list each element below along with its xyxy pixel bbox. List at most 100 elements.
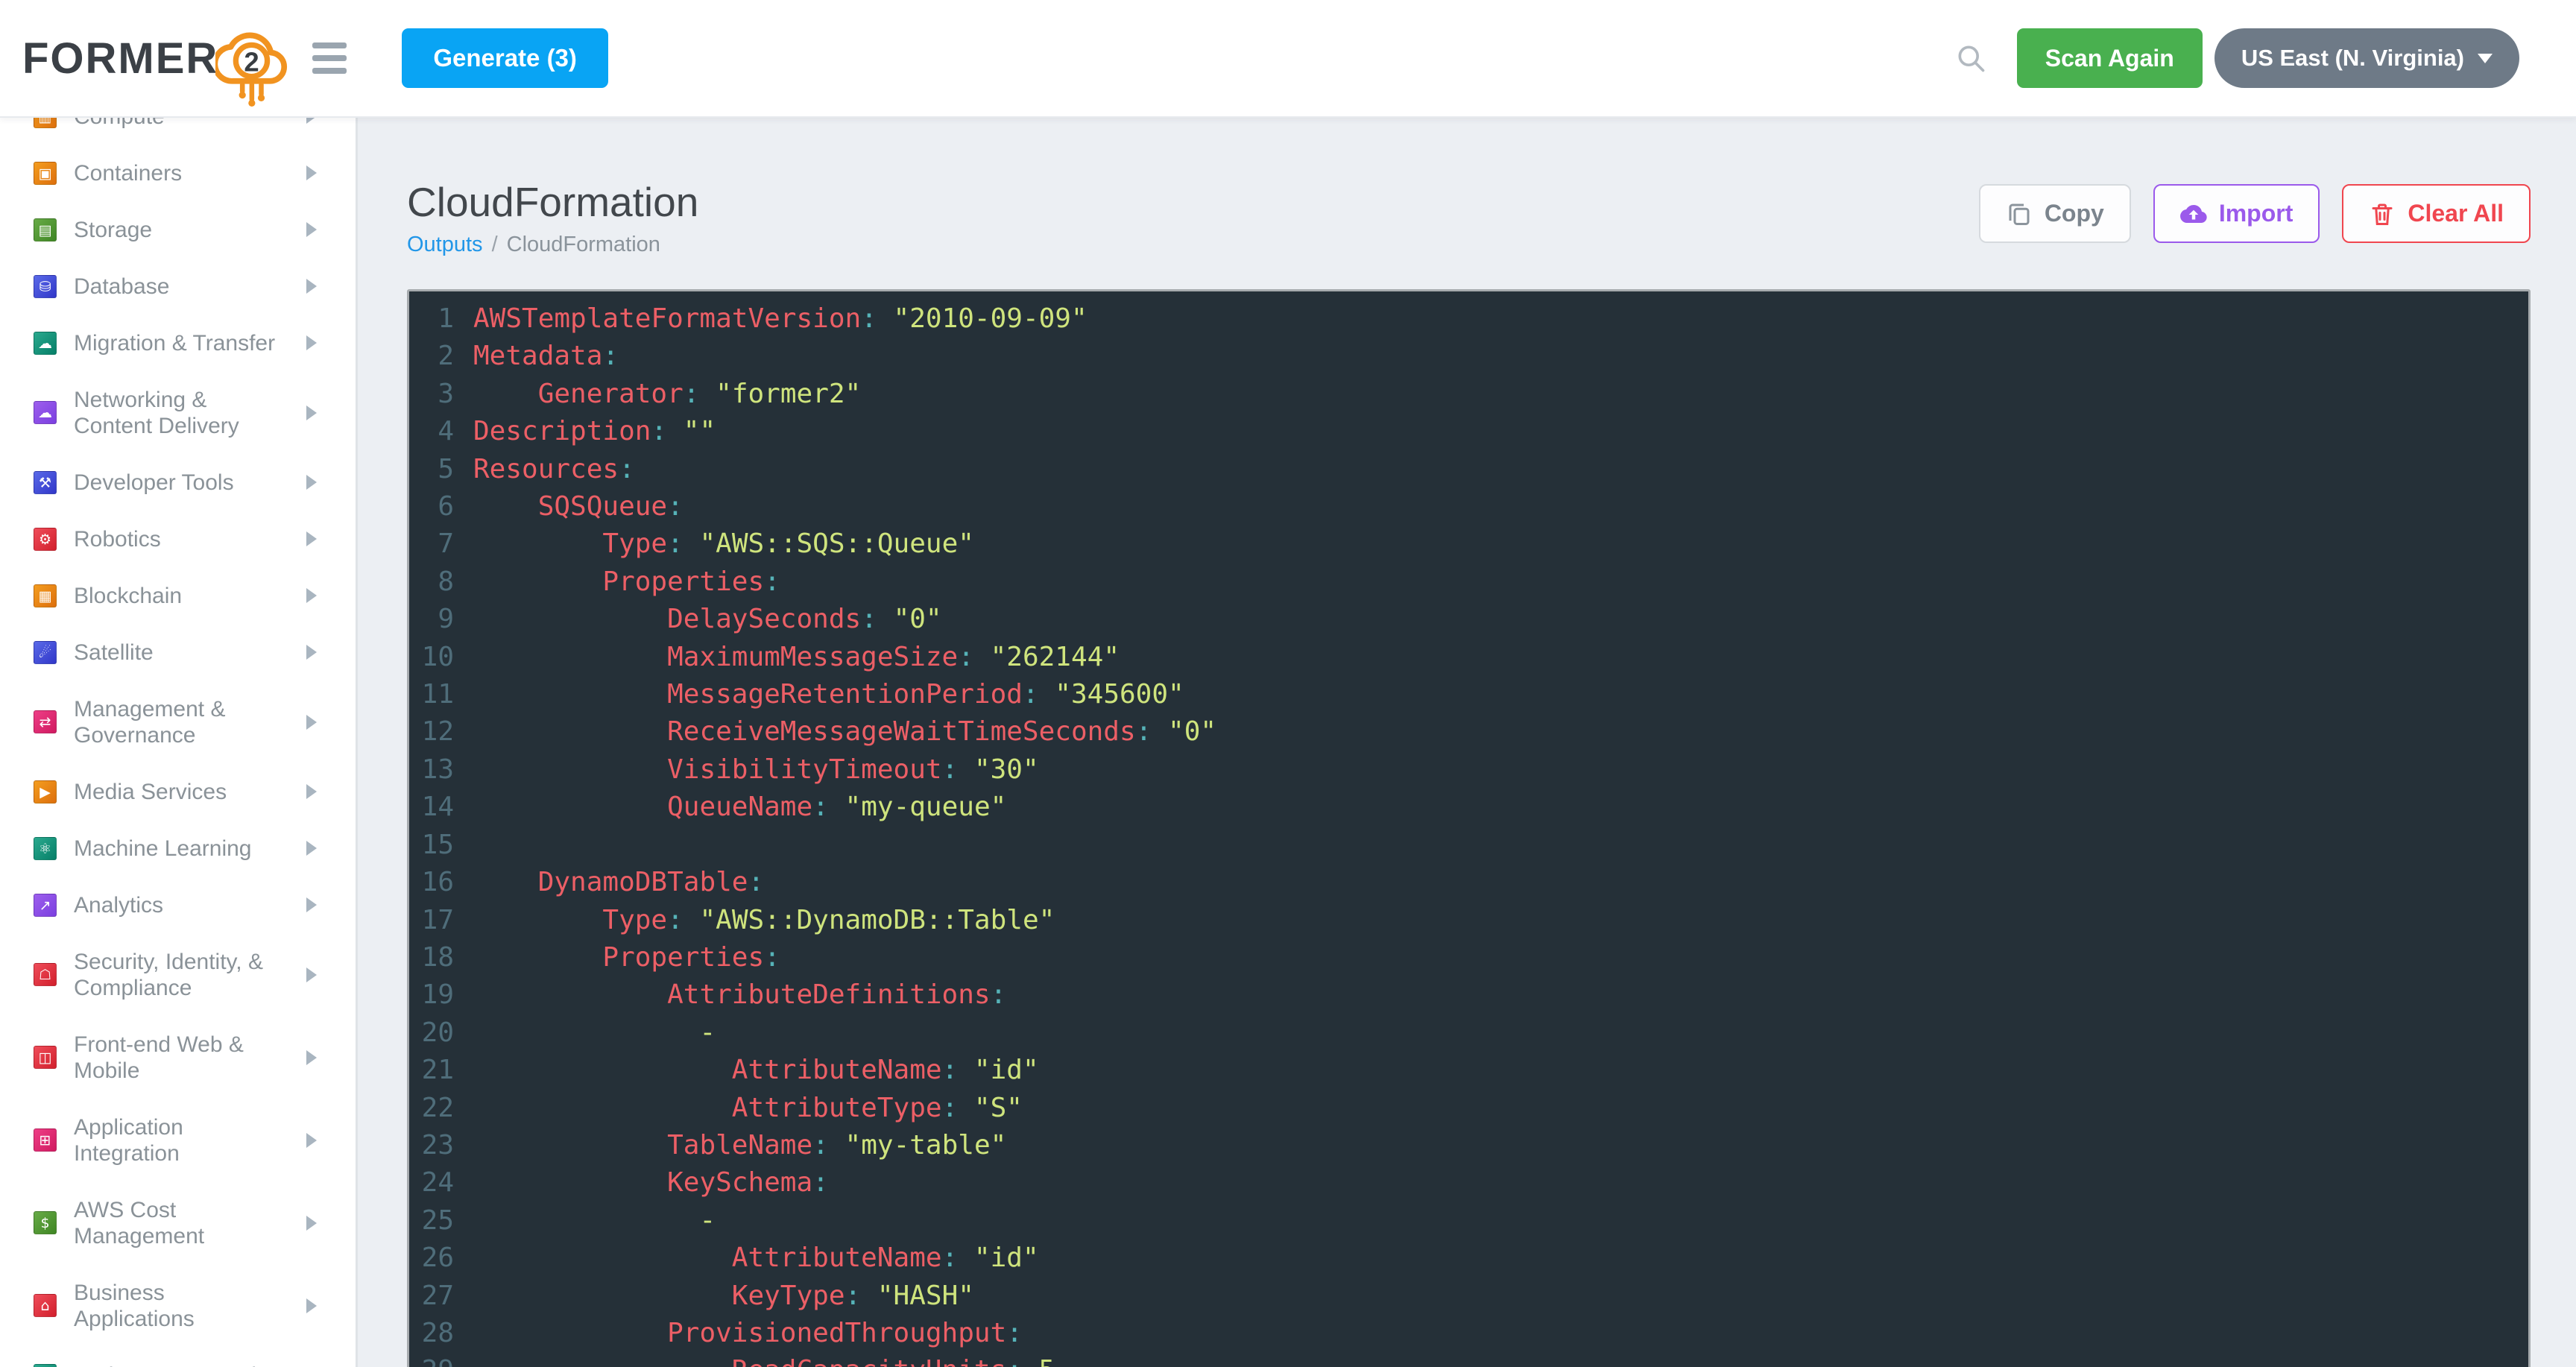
sidebar-item-satellite[interactable]: ☄Satellite	[0, 624, 356, 681]
sidebar-item-label: Robotics	[74, 526, 286, 552]
sidebar-item-management-governance[interactable]: ⇄ Management & Governance	[0, 681, 356, 763]
code-line: 6 SQSQueue:	[409, 488, 2528, 525]
chevron-right-icon	[306, 588, 317, 603]
code-line: 23 TableName: "my-table"	[409, 1127, 2528, 1164]
chevron-right-icon	[306, 784, 317, 799]
code-line: 22 AttributeType: "S"	[409, 1090, 2528, 1127]
blockchain-icon: ▦	[34, 584, 57, 607]
sidebar-item-label: Management & Governance	[74, 696, 286, 748]
sidebar-item-media-services[interactable]: ▶Media Services	[0, 763, 356, 820]
line-number: 7	[409, 525, 473, 563]
sidebar-item-aws-cost-management[interactable]: $AWS Cost Management	[0, 1181, 356, 1264]
line-number: 13	[409, 751, 473, 789]
sidebar-item-analytics[interactable]: ↗Analytics	[0, 877, 356, 933]
chevron-right-icon	[306, 645, 317, 660]
copy-icon	[2006, 201, 2033, 227]
storage-icon: ▤	[34, 218, 57, 241]
sidebar-item-machine-learning[interactable]: ⚛Machine Learning	[0, 820, 356, 877]
sidebar-item-label: Analytics	[74, 892, 286, 918]
database-icon: ⛁	[34, 275, 57, 298]
import-button[interactable]: Import	[2153, 184, 2320, 243]
sidebar-item-database[interactable]: ⛁Database	[0, 258, 356, 315]
region-selector-dropdown[interactable]: US East (N. Virginia)	[2214, 28, 2519, 88]
line-number: 5	[409, 451, 473, 488]
code-line: 21 AttributeName: "id"	[409, 1052, 2528, 1089]
code-line: 8 Properties:	[409, 563, 2528, 601]
sidebar-item-networking-content-delivery[interactable]: ☁Networking & Content Delivery	[0, 371, 356, 454]
sidebar-item-label: Developer Tools	[74, 470, 286, 496]
line-number: 22	[409, 1090, 473, 1127]
sidebar-item-front-end-web-mobile[interactable]: ◫Front-end Web & Mobile	[0, 1016, 356, 1099]
breadcrumb-outputs-link[interactable]: Outputs	[407, 233, 483, 256]
sidebar-item-label: Blockchain	[74, 583, 286, 609]
chevron-right-icon	[306, 841, 317, 856]
header-right-group: Scan Again US East (N. Virginia)	[1954, 28, 2576, 88]
generate-button[interactable]: Generate (3)	[402, 28, 608, 88]
sidebar-item-containers[interactable]: ▣ Containers	[0, 145, 356, 201]
sidebar-item-compute[interactable]: ▥ Compute	[0, 118, 356, 145]
trash-icon	[2369, 201, 2396, 227]
code-line: 13 VisibilityTimeout: "30"	[409, 751, 2528, 789]
services-sidebar: ▥Compute▣Containers▤Storage⛁Database☁Mig…	[0, 118, 358, 1367]
chevron-right-icon	[306, 405, 317, 420]
code-line: 19 AttributeDefinitions:	[409, 976, 2528, 1014]
line-number: 1	[409, 300, 473, 338]
sidebar-item-label: Containers	[74, 160, 286, 186]
chevron-right-icon	[306, 222, 317, 237]
copy-button[interactable]: Copy	[1979, 184, 2131, 243]
sidebar-item-security-identity-compliance[interactable]: ☖Security, Identity, & Compliance	[0, 933, 356, 1016]
line-number: 27	[409, 1278, 473, 1315]
aws-cost-management-icon: $	[34, 1211, 57, 1234]
clear-all-button[interactable]: Clear All	[2342, 184, 2531, 243]
code-line: 29 ReadCapacityUnits: 5	[409, 1352, 2528, 1367]
line-number: 26	[409, 1240, 473, 1277]
region-label: US East (N. Virginia)	[2241, 45, 2464, 72]
code-line: 7 Type: "AWS::SQS::Queue"	[409, 525, 2528, 563]
sidebar-item-label: Compute	[74, 118, 286, 130]
code-line: 1AWSTemplateFormatVersion: "2010-09-09"	[409, 300, 2528, 338]
code-line: 18 Properties:	[409, 939, 2528, 976]
breadcrumb-separator: /	[492, 233, 498, 256]
sidebar-item-migration-transfer[interactable]: ☁Migration & Transfer	[0, 315, 356, 371]
sidebar-item-business-applications[interactable]: ⌂Business Applications	[0, 1264, 356, 1347]
line-number: 11	[409, 676, 473, 713]
sidebar-item-developer-tools[interactable]: ⚒Developer Tools	[0, 454, 356, 511]
sidebar-item-application-integration[interactable]: ⊞Application Integration	[0, 1099, 356, 1181]
code-line: 24 KeySchema:	[409, 1164, 2528, 1202]
line-number: 8	[409, 563, 473, 601]
management-governance-icon: ⇄	[34, 710, 57, 733]
code-line: 12 ReceiveMessageWaitTimeSeconds: "0"	[409, 713, 2528, 751]
sidebar-item-label: Satellite	[74, 640, 286, 666]
scan-again-button[interactable]: Scan Again	[2017, 28, 2203, 88]
logo-text: FORMER	[22, 34, 218, 83]
containers-icon: ▣	[34, 162, 57, 185]
application-integration-icon: ⊞	[34, 1128, 57, 1152]
code-line: 14 QueueName: "my-queue"	[409, 789, 2528, 826]
sidebar-item-storage[interactable]: ▤Storage	[0, 201, 356, 258]
chevron-right-icon	[306, 1133, 317, 1148]
sidebar-item-label: Security, Identity, & Compliance	[74, 949, 286, 1001]
front-end-web-mobile-icon: ◫	[34, 1046, 57, 1069]
code-line: 3 Generator: "former2"	[409, 376, 2528, 413]
sidebar-item-label: Migration & Transfer	[74, 330, 286, 356]
networking-content-delivery-icon: ☁	[34, 401, 57, 424]
line-number: 17	[409, 902, 473, 939]
sidebar-item-end-user-computing[interactable]: ◫End User Computing	[0, 1347, 356, 1367]
code-line: 10 MaximumMessageSize: "262144"	[409, 639, 2528, 676]
code-line: 28 ProvisionedThroughput:	[409, 1315, 2528, 1352]
search-icon[interactable]	[1954, 42, 1987, 75]
machine-learning-icon: ⚛	[34, 837, 57, 860]
svg-text:2: 2	[244, 46, 259, 77]
line-number: 6	[409, 488, 473, 525]
logo-cloud-icon: 2	[215, 24, 290, 113]
code-line: 5Resources:	[409, 451, 2528, 488]
menu-hamburger-icon[interactable]	[312, 42, 347, 74]
compute-icon: ▥	[34, 118, 57, 128]
sidebar-item-blockchain[interactable]: ▦ Blockchain	[0, 567, 356, 624]
sidebar-item-robotics[interactable]: ⚙Robotics	[0, 511, 356, 567]
code-lines: 1AWSTemplateFormatVersion: "2010-09-09" 2…	[409, 300, 2528, 1367]
cloudformation-code-editor[interactable]: 1AWSTemplateFormatVersion: "2010-09-09" 2…	[407, 289, 2531, 1367]
line-number: 28	[409, 1315, 473, 1352]
code-line: 11 MessageRetentionPeriod: "345600"	[409, 676, 2528, 713]
chevron-right-icon	[306, 531, 317, 546]
